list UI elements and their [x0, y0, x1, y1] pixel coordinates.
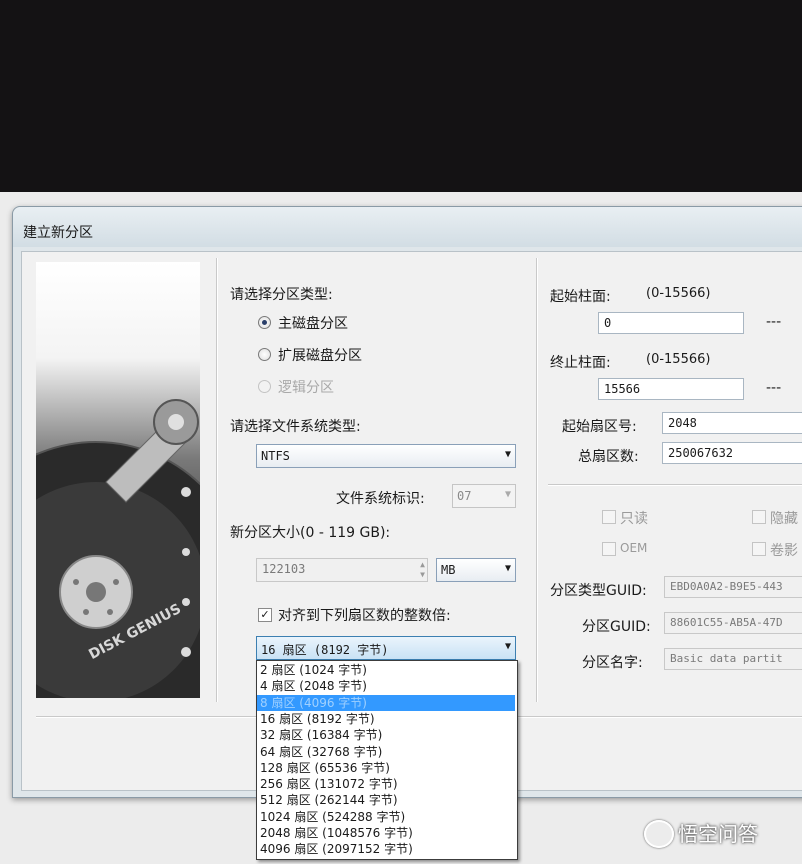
extended-partition-label: 扩展磁盘分区 [278, 348, 362, 364]
spin-up-down-icon[interactable]: ▲ ▼ [420, 560, 425, 580]
filesystem-id-label: 文件系统标识: [336, 491, 425, 507]
shadow-checkbox[interactable] [752, 542, 766, 556]
end-cylinder-range: (0-15566) [646, 352, 711, 367]
end-cylinder-label: 终止柱面: [550, 355, 611, 371]
dropdown-arrow-icon: ▼ [504, 449, 511, 460]
filesystem-id-select[interactable]: 07 ▼ [452, 484, 516, 508]
oem-label: OEM [620, 541, 648, 555]
size-label: 新分区大小(0 - 119 GB): [230, 525, 391, 541]
align-option[interactable]: 2048 扇区 (1048576 字节) [257, 825, 515, 841]
oem-checkbox[interactable] [602, 542, 616, 556]
size-value: 122103 [262, 562, 306, 576]
total-sectors-value: 250067632 [668, 446, 734, 460]
align-option[interactable]: 4096 扇区 (2097152 字节) [257, 841, 515, 857]
start-cylinder-input[interactable]: 0 [598, 312, 744, 334]
watermark-text: 悟空问答 [678, 822, 758, 846]
total-sectors-input[interactable]: 250067632 [662, 442, 802, 464]
align-option[interactable]: 512 扇区 (262144 字节) [257, 792, 515, 808]
align-option[interactable]: 4 扇区 (2048 字节) [257, 678, 515, 694]
logical-partition-radio[interactable] [258, 380, 271, 393]
start-sector-value: 2048 [668, 416, 697, 430]
partition-name-value: Basic data partit [670, 652, 783, 665]
align-dropdown-list: 2 扇区 (1024 字节) 4 扇区 (2048 字节) 8 扇区 (4096 字… [256, 660, 518, 860]
end-cylinder-dash: --- [766, 380, 782, 396]
primary-partition-label: 主磁盘分区 [278, 316, 348, 332]
filesystem-select[interactable]: NTFS ▼ [256, 444, 516, 468]
size-input[interactable]: 122103 ▲ ▼ [256, 558, 428, 582]
align-checkbox[interactable]: ✓ [258, 608, 272, 622]
filesystem-value: NTFS [261, 449, 290, 463]
dropdown-arrow-icon: ▼ [504, 641, 511, 652]
dropdown-arrow-icon: ▼ [504, 563, 511, 574]
title-bar[interactable]: 建立新分区 [13, 207, 802, 247]
partition-guid-value: 88601C55-AB5A-47D [670, 616, 783, 629]
start-cylinder-dash: --- [766, 314, 782, 330]
partition-name-label: 分区名字: [582, 655, 643, 671]
window-title: 建立新分区 [23, 225, 93, 241]
filesystem-heading: 请选择文件系统类型: [230, 419, 361, 435]
type-guid-input[interactable]: EBD0A0A2-B9E5-443 [664, 576, 802, 598]
align-option[interactable]: 8 扇区 (4096 字节) [257, 694, 515, 711]
align-option[interactable]: 32 扇区 (16384 字节) [257, 727, 515, 743]
align-option[interactable]: 64 扇区 (32768 字节) [257, 744, 515, 760]
align-option[interactable]: 256 扇区 (131072 字节) [257, 776, 515, 792]
align-option[interactable]: 16 扇区 (8192 字节) [257, 711, 515, 727]
filesystem-id-value: 07 [457, 489, 472, 503]
start-sector-input[interactable]: 2048 [662, 412, 802, 434]
start-cylinder-range: (0-15566) [646, 286, 711, 301]
primary-partition-radio[interactable] [258, 316, 271, 329]
attr-separator [548, 484, 802, 486]
shadow-label: 卷影 [770, 543, 798, 559]
align-option[interactable]: 128 扇区 (65536 字节) [257, 760, 515, 776]
right-separator [536, 258, 538, 702]
partition-type-heading: 请选择分区类型: [230, 287, 333, 303]
type-guid-value: EBD0A0A2-B9E5-443 [670, 580, 783, 593]
align-select[interactable]: 16 扇区 (8192 字节) ▼ [256, 636, 516, 660]
partition-guid-input[interactable]: 88601C55-AB5A-47D [664, 612, 802, 634]
type-guid-label: 分区类型GUID: [550, 583, 647, 599]
end-cylinder-value: 15566 [604, 382, 641, 396]
readonly-label: 只读 [620, 511, 648, 527]
align-option[interactable]: 1024 扇区 (524288 字节) [257, 809, 515, 825]
partition-name-input[interactable]: Basic data partit [664, 648, 802, 670]
align-option[interactable]: 2 扇区 (1024 字节) [257, 662, 515, 678]
disk-genius-logo: DISK GENIUS [36, 262, 200, 698]
total-sectors-label: 总扇区数: [578, 449, 639, 465]
start-cylinder-value: 0 [604, 316, 612, 330]
size-unit-value: MB [441, 563, 456, 577]
align-selected-value: 16 扇区 (8192 字节) [261, 643, 389, 657]
dropdown-arrow-icon: ▼ [504, 489, 511, 500]
end-cylinder-input[interactable]: 15566 [598, 378, 744, 400]
readonly-checkbox[interactable] [602, 510, 616, 524]
align-label: 对齐到下列扇区数的整数倍: [278, 608, 451, 624]
partition-guid-label: 分区GUID: [582, 619, 651, 635]
left-separator [216, 258, 218, 702]
extended-partition-radio[interactable] [258, 348, 271, 361]
logical-partition-label: 逻辑分区 [278, 380, 334, 396]
hidden-label: 隐藏 [770, 511, 798, 527]
hidden-checkbox[interactable] [752, 510, 766, 524]
top-black-area [0, 0, 802, 192]
start-cylinder-label: 起始柱面: [550, 289, 611, 305]
size-unit-select[interactable]: MB ▼ [436, 558, 516, 582]
start-sector-label: 起始扇区号: [562, 419, 637, 435]
wukong-logo-icon [644, 820, 674, 848]
